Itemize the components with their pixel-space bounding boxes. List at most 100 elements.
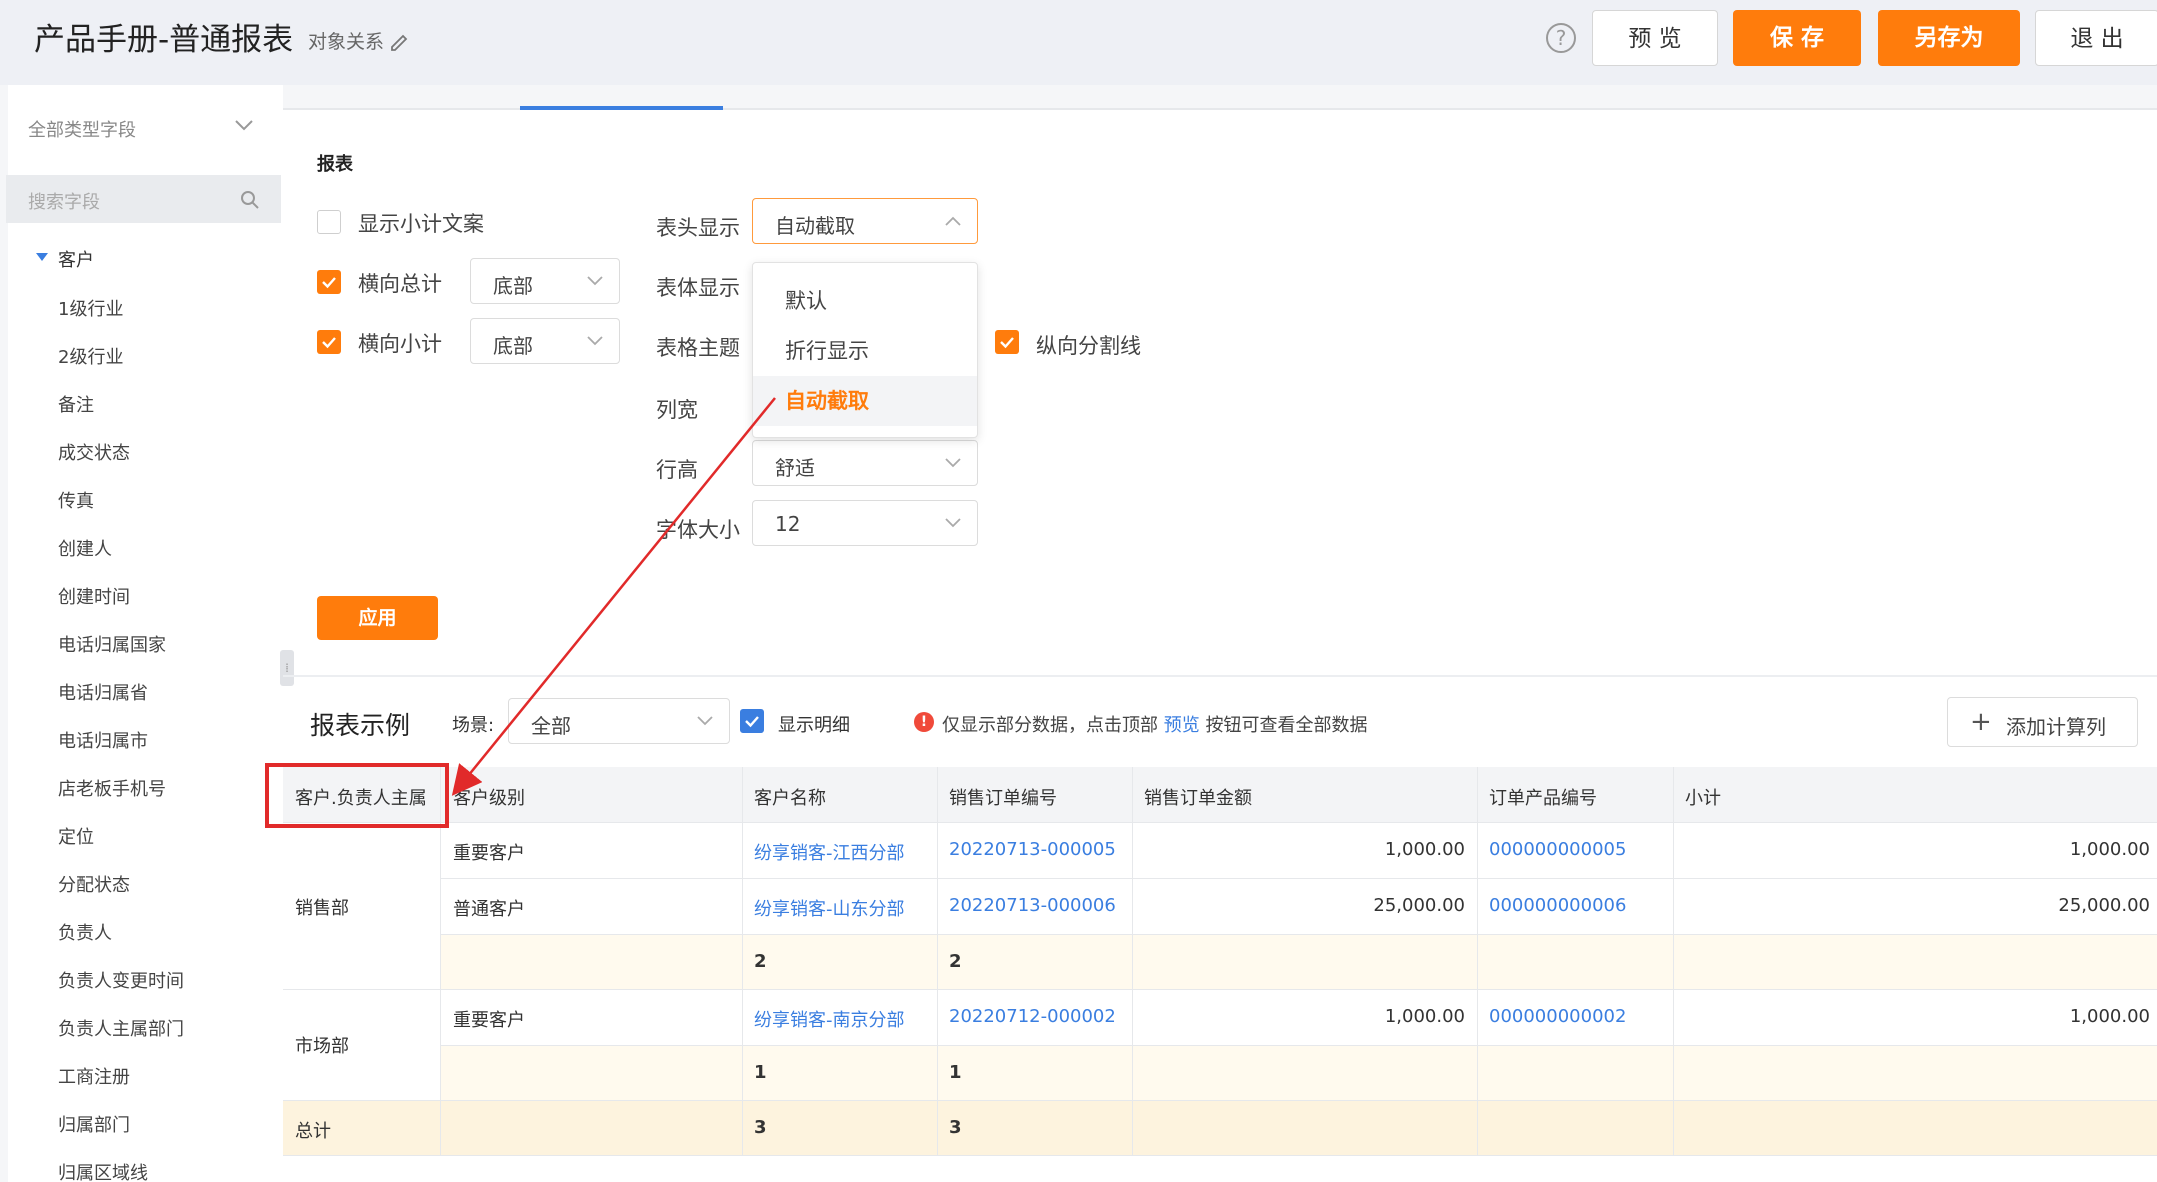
customer-name-link[interactable]: 纷享销客-南京分部: [754, 1006, 905, 1032]
scene-select[interactable]: 全部: [508, 698, 730, 744]
warning-icon: !: [914, 712, 934, 732]
row-divider: [283, 989, 2157, 990]
chevron-down-icon: [697, 716, 713, 726]
vertical-divider-label: 纵向分割线: [1036, 334, 1141, 358]
object-relation-link[interactable]: 对象关系: [308, 30, 384, 54]
show-detail-label: 显示明细: [778, 715, 850, 736]
sidebar-field-item[interactable]: 分配状态: [58, 871, 130, 897]
row-height-select[interactable]: 舒适: [752, 440, 978, 486]
exit-button[interactable]: 退 出: [2035, 10, 2157, 66]
sidebar-field-item[interactable]: 成交状态: [58, 439, 130, 465]
column-header[interactable]: 客户级别: [453, 784, 525, 810]
horizontal-subtotal-select[interactable]: 底部: [470, 318, 620, 364]
column-header[interactable]: 订单产品编号: [1489, 784, 1597, 810]
sidebar-field-item[interactable]: 负责人主属部门: [58, 1015, 184, 1041]
field-search-placeholder[interactable]: 搜索字段: [28, 188, 100, 214]
chevron-up-icon: [945, 216, 961, 226]
column-divider: [937, 767, 938, 1155]
sidebar-field-item[interactable]: 电话归属省: [58, 679, 148, 705]
horizontal-total-label: 横向总计: [358, 272, 442, 296]
header-display-label: 表头显示: [656, 216, 740, 240]
subtotal-cell: 1,000.00: [2069, 1006, 2150, 1027]
column-header[interactable]: 销售订单金额: [1144, 784, 1252, 810]
sidebar-field-item[interactable]: 工商注册: [58, 1063, 130, 1089]
scene-value: 全部: [531, 714, 571, 738]
sidebar-field-item[interactable]: 创建人: [58, 535, 112, 561]
font-size-label: 字体大小: [656, 518, 740, 542]
horizontal-total-value: 底部: [493, 274, 533, 298]
product-number-link[interactable]: 000000000002: [1489, 1006, 1626, 1027]
sidebar-field-item[interactable]: 创建时间: [58, 583, 130, 609]
department-cell: 市场部: [295, 1036, 349, 1057]
scene-label: 场景:: [452, 715, 495, 736]
show-detail-checkbox[interactable]: [740, 709, 764, 733]
customer-level-cell: 普通客户: [453, 899, 525, 920]
horizontal-subtotal-value: 底部: [493, 334, 533, 358]
add-calc-column-button[interactable]: + 添加计算列: [1947, 697, 2138, 747]
sidebar-field-item[interactable]: 1级行业: [58, 295, 123, 321]
save-as-button[interactable]: 另存为: [1878, 10, 2020, 66]
font-size-value: 12: [775, 512, 801, 536]
customer-level-cell: 重要客户: [453, 843, 525, 864]
row-divider: [440, 1045, 2157, 1046]
total-count-cell: 3: [949, 1117, 962, 1138]
order-number-link[interactable]: 20220712-000002: [949, 1006, 1116, 1027]
dropdown-option-wrap[interactable]: 折行显示: [753, 326, 977, 376]
plus-icon: +: [1970, 707, 1992, 737]
sidebar-field-item[interactable]: 备注: [58, 391, 94, 417]
column-divider: [1477, 767, 1478, 1155]
chevron-down-icon: [945, 458, 961, 468]
notice-preview-link[interactable]: 预览: [1164, 715, 1200, 736]
field-type-select[interactable]: 全部类型字段: [28, 116, 136, 142]
help-icon[interactable]: ?: [1546, 23, 1576, 53]
table-theme-label: 表格主题: [656, 336, 740, 360]
sidebar-field-item[interactable]: 传真: [58, 487, 94, 513]
sidebar-field-item[interactable]: 电话归属市: [58, 727, 148, 753]
horizontal-total-checkbox[interactable]: [317, 270, 341, 294]
horizontal-subtotal-checkbox[interactable]: [317, 330, 341, 354]
sidebar-field-item[interactable]: 负责人: [58, 919, 112, 945]
product-number-link[interactable]: 000000000005: [1489, 839, 1626, 860]
tree-root-customer[interactable]: 客户: [58, 246, 94, 272]
dropdown-option-default[interactable]: 默认: [753, 276, 977, 326]
add-calc-column-label: 添加计算列: [2006, 715, 2106, 739]
product-number-link[interactable]: 000000000006: [1489, 895, 1626, 916]
row-divider: [440, 934, 2157, 935]
customer-name-link[interactable]: 纷享销客-江西分部: [754, 839, 905, 865]
body-display-label: 表体显示: [656, 276, 740, 300]
notice-suffix: 按钮可查看全部数据: [1199, 715, 1368, 736]
save-button[interactable]: 保 存: [1733, 10, 1861, 66]
column-header[interactable]: 销售订单编号: [949, 784, 1057, 810]
search-icon[interactable]: [240, 190, 260, 210]
sidebar-field-item[interactable]: 定位: [58, 823, 94, 849]
column-header[interactable]: 客户名称: [754, 784, 826, 810]
sidebar-field-item[interactable]: 店老板手机号: [58, 775, 166, 801]
apply-button[interactable]: 应用: [317, 596, 438, 640]
chevron-down-icon[interactable]: [234, 118, 254, 132]
tab-active-indicator[interactable]: [520, 106, 723, 110]
subtotal-count-cell: 2: [949, 951, 962, 972]
order-number-link[interactable]: 20220713-000005: [949, 839, 1116, 860]
section-title: 报表: [317, 154, 353, 175]
chevron-down-icon: [587, 276, 603, 286]
sidebar-field-item[interactable]: 电话归属国家: [58, 631, 166, 657]
caret-down-icon[interactable]: [36, 253, 48, 261]
chevron-down-icon: [945, 518, 961, 528]
show-subtotal-text-checkbox[interactable]: [317, 210, 341, 234]
horizontal-total-select[interactable]: 底部: [470, 258, 620, 304]
order-number-link[interactable]: 20220713-000006: [949, 895, 1116, 916]
header-display-select[interactable]: 自动截取: [752, 198, 978, 244]
order-amount-cell: 1,000.00: [1384, 839, 1465, 860]
column-header[interactable]: 小计: [1685, 784, 1721, 810]
dropdown-option-auto-truncate[interactable]: 自动截取: [753, 376, 977, 426]
sidebar-field-item[interactable]: 归属部门: [58, 1111, 130, 1137]
pencil-icon[interactable]: [388, 30, 410, 52]
customer-name-link[interactable]: 纷享销客-山东分部: [754, 895, 905, 921]
sidebar-field-item[interactable]: 2级行业: [58, 343, 123, 369]
vertical-divider-checkbox[interactable]: [995, 330, 1019, 354]
font-size-select[interactable]: 12: [752, 500, 978, 546]
sidebar-field-item[interactable]: 负责人变更时间: [58, 967, 184, 993]
sidebar-field-item[interactable]: 归属区域线: [58, 1159, 148, 1182]
sidebar-collapse-handle[interactable]: ⁞: [280, 650, 294, 686]
preview-button[interactable]: 预 览: [1592, 10, 1718, 66]
